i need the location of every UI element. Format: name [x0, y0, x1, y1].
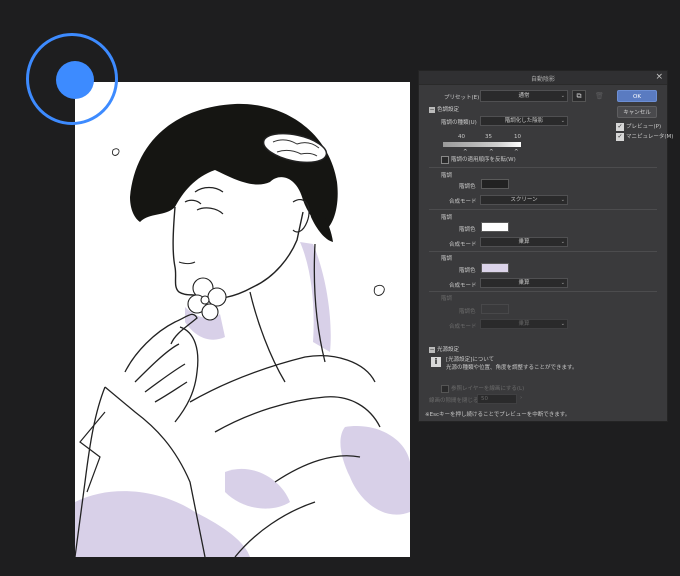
pen-cursor-dot-icon: [56, 61, 94, 99]
color-settings-label: 色調設定: [437, 107, 460, 113]
group2-blend-select[interactable]: 乗算 ⌄: [480, 237, 568, 247]
close-icon[interactable]: ×: [655, 72, 663, 82]
gradient-bar[interactable]: [443, 142, 521, 147]
preset-select[interactable]: 通常 ⌄: [480, 90, 568, 102]
artwork-illustration: [75, 103, 410, 557]
divider: [429, 167, 657, 168]
checkbox-check-icon: ✓: [616, 122, 624, 131]
group1-color-label: 階調色: [459, 184, 476, 190]
group3-blend-value: 乗算: [518, 280, 530, 286]
trash-icon[interactable]: 🗑: [595, 92, 604, 100]
preview-label: プレビュー(P): [626, 124, 662, 130]
gradation-type-value: 階調化した陰影: [504, 118, 544, 124]
checkbox-empty-icon: [441, 384, 449, 393]
collapse-icon: −: [429, 105, 435, 113]
auto-shadow-dialog: 自動陰影 × プリセット(E) 通常 ⌄ ⧉ 🗑 OK キャンセル ✓ プレビュー…: [418, 70, 673, 422]
artwork-canvas[interactable]: [75, 82, 410, 557]
gradient-value-3: 10: [514, 134, 521, 140]
ok-button[interactable]: OK: [617, 90, 657, 102]
gradation-type-select[interactable]: 階調化した陰影 ⌄: [480, 116, 568, 126]
group2-blend-value: 乗算: [518, 239, 530, 245]
group2-color-label: 階調色: [459, 227, 476, 233]
group4-blend-select: 乗算 ⌄: [480, 319, 568, 329]
dialog-titlebar: 自動陰影 ×: [419, 71, 667, 85]
group4-title: 階調: [441, 296, 453, 302]
gradient-value-1: 40: [458, 134, 465, 140]
checkbox-empty-icon: [441, 155, 449, 164]
manipulator-checkbox[interactable]: ✓ マニピュレータ(M): [616, 132, 673, 141]
chevron-down-icon: ⌄: [560, 321, 565, 327]
group3-color-swatch[interactable]: [481, 263, 509, 273]
group2-title: 階調: [441, 215, 453, 221]
cancel-button[interactable]: キャンセル: [617, 106, 657, 118]
group1-color-swatch[interactable]: [481, 179, 509, 189]
invert-order-label: 階調の適用順序を反転(W): [451, 157, 516, 163]
group1-blend-label: 合成モード: [449, 199, 477, 205]
light-settings-label: 光源設定: [437, 347, 460, 353]
line-gap-value: 50: [481, 396, 488, 402]
light-settings-section[interactable]: − 光源設定: [429, 345, 459, 353]
chevron-down-icon: ⌄: [560, 280, 565, 286]
divider: [429, 209, 657, 210]
dialog-title: 自動陰影: [530, 76, 555, 83]
info-icon: i: [431, 357, 441, 367]
divider: [429, 291, 657, 292]
light-info-line2: 光源の種類や位置、角度を調整することができます。: [446, 365, 578, 371]
invert-order-checkbox[interactable]: 階調の適用順序を反転(W): [441, 155, 516, 164]
reference-layer-label: 参照レイヤーを線画にする(L): [451, 386, 525, 392]
manipulator-label: マニピュレータ(M): [626, 134, 674, 140]
chevron-down-icon: ⌄: [560, 93, 565, 99]
group3-blend-label: 合成モード: [449, 283, 477, 289]
color-settings-section[interactable]: − 色調設定: [429, 105, 459, 113]
group3-color-label: 階調色: [459, 268, 476, 274]
group4-blend-value: 乗算: [518, 321, 530, 327]
footer-note: ※Escキーを押し続けることでプレビューを中断できます。: [425, 412, 571, 418]
checkbox-check-icon: ✓: [616, 132, 624, 141]
chevron-down-icon: ⌄: [560, 197, 565, 203]
group2-color-swatch[interactable]: [481, 222, 509, 232]
stepper-arrow-icon: ›: [520, 395, 523, 401]
group4-color-swatch: [481, 304, 509, 314]
chevron-down-icon: ⌄: [560, 118, 565, 124]
group1-blend-select[interactable]: スクリーン ⌄: [480, 195, 568, 205]
collapse-icon: −: [429, 345, 435, 353]
reference-layer-checkbox: 参照レイヤーを線画にする(L): [441, 384, 524, 393]
light-info-line1: [光源設定]について: [446, 357, 495, 363]
line-gap-input: 50: [477, 394, 517, 404]
group3-title: 階調: [441, 256, 453, 262]
group3-blend-select[interactable]: 乗算 ⌄: [480, 278, 568, 288]
preset-value: 通常: [518, 93, 530, 99]
chevron-down-icon: ⌄: [560, 239, 565, 245]
group2-blend-label: 合成モード: [449, 242, 477, 248]
gradient-value-2: 35: [485, 134, 492, 140]
group1-title: 階調: [441, 173, 453, 179]
group4-blend-label: 合成モード: [449, 324, 477, 330]
line-gap-label: 線画の隙間を閉じる: [429, 398, 479, 404]
new-preset-icon[interactable]: ⧉: [572, 90, 586, 102]
preview-checkbox[interactable]: ✓ プレビュー(P): [616, 122, 661, 131]
preset-label: プリセット(E): [444, 95, 480, 101]
divider: [429, 251, 657, 252]
group4-color-label: 階調色: [459, 309, 476, 315]
gradation-type-label: 階調の種類(U): [441, 120, 477, 126]
group1-blend-value: スクリーン: [510, 197, 538, 203]
